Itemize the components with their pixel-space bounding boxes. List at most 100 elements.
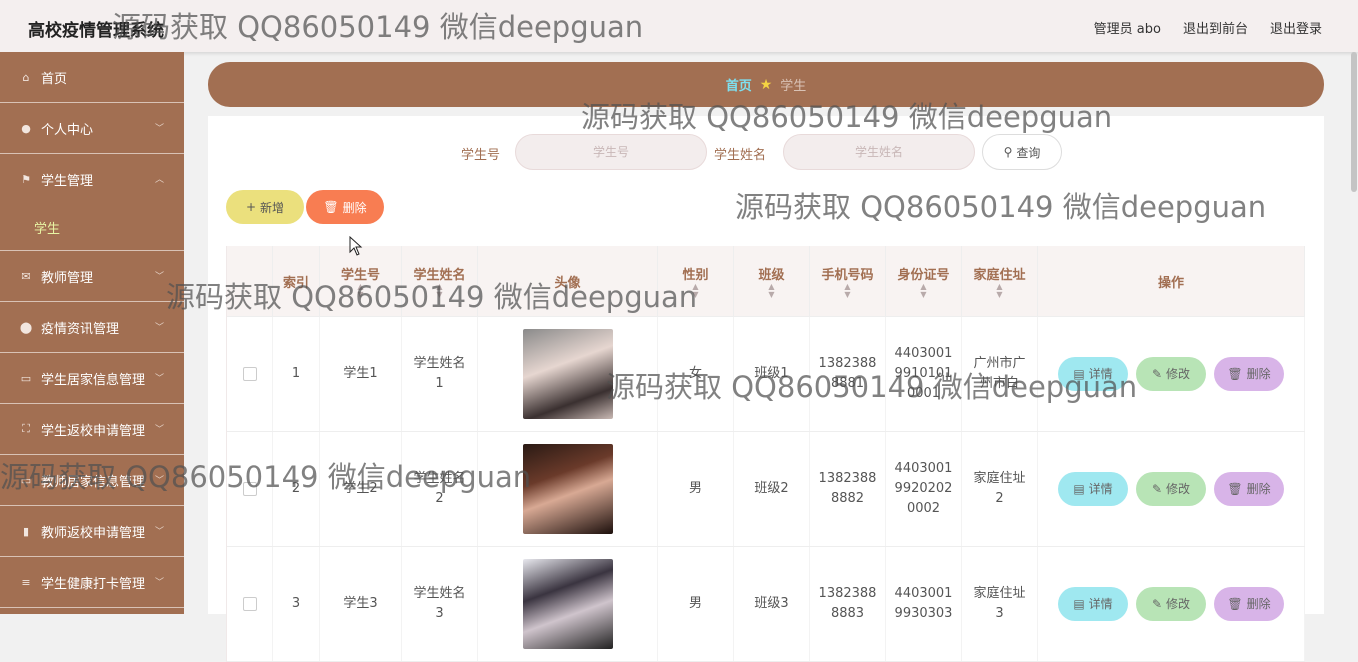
student-no-input[interactable]: 学生号 <box>515 134 707 170</box>
header-gender[interactable]: 性别 ▲ ▼ <box>658 246 734 316</box>
header-actions: 管理员 abo 退出到前台 退出登录 <box>1094 18 1322 37</box>
cell-student-no-text: 学生1 <box>343 366 378 381</box>
cell-address-text: 家庭住址 3 <box>973 586 1026 621</box>
cell-student-no: 学生3 <box>320 547 402 661</box>
chevron-down-icon: ﹀ <box>154 323 164 333</box>
header-student-name[interactable]: 学生姓名 ▲ ▼ <box>402 246 478 316</box>
sidebar-item-health-checkin[interactable]: ≡ 学生健康打卡管理 ﹀ <box>0 557 184 608</box>
cell-index-text: 1 <box>291 366 301 381</box>
header-class[interactable]: 班级 ▲ ▼ <box>734 246 810 316</box>
cell-index-text: 2 <box>291 481 301 496</box>
user-icon: ● <box>21 121 31 135</box>
cell-student-name: 学生姓名 3 <box>402 547 478 661</box>
cell-gender-text: 男 <box>688 596 702 611</box>
cell-index: 1 <box>273 317 320 431</box>
cell-student-no-text: 学生3 <box>343 596 378 611</box>
sidebar-item-teacher-return[interactable]: ▮ 教师返校申请管理 ﹀ <box>0 506 184 557</box>
document-icon: ▤ <box>1073 482 1085 496</box>
trash-icon: 🗑 <box>323 200 339 214</box>
cell-id-card-text: 4403001 9920202 0002 <box>894 461 953 516</box>
avatar <box>522 329 613 419</box>
sidebar-item-label: 疫情资讯管理 <box>41 321 120 337</box>
pencil-icon: ✎ <box>1151 367 1163 381</box>
cell-operations: ▤ 详情 ✎ 修改 🗑 删除 <box>1038 432 1305 546</box>
detail-label: 详情 <box>1088 367 1113 381</box>
cell-address-text: 家庭住址 2 <box>973 471 1026 506</box>
logout-link[interactable]: 退出登录 <box>1270 18 1322 37</box>
avatar <box>522 444 613 534</box>
detail-button[interactable]: ▤ 详情 <box>1058 357 1128 391</box>
edit-button[interactable]: ✎ 修改 <box>1136 357 1206 391</box>
delete-button[interactable]: 🗑 删除 <box>1214 587 1284 621</box>
cell-student-no: 学生2 <box>320 432 402 546</box>
chevron-down-icon: ﹀ <box>154 124 164 134</box>
delete-label: 删除 <box>1246 367 1271 381</box>
sidebar-item-teacher-home-info[interactable]: ▭ 教师居家信息管理 ﹀ <box>0 455 184 506</box>
detail-label: 详情 <box>1088 482 1113 496</box>
edit-button[interactable]: ✎ 修改 <box>1136 587 1206 621</box>
student-name-input[interactable]: 学生姓名 <box>783 134 975 170</box>
cell-id-card-text: 4403001 9910101 0001 <box>894 346 953 401</box>
cell-index-text: 3 <box>291 596 301 611</box>
cell-student-name-text: 学生姓名 3 <box>413 586 466 621</box>
cell-class-text: 班级2 <box>754 481 789 496</box>
header-label: 家庭住址 <box>973 267 1026 283</box>
detail-button[interactable]: ▤ 详情 <box>1058 587 1128 621</box>
star-icon: ★ <box>759 76 773 93</box>
select-all-header[interactable] <box>227 246 273 316</box>
sort-icon: ▲ ▼ <box>844 281 851 299</box>
row-checkbox-cell <box>227 432 273 546</box>
bulk-delete-button[interactable]: 🗑 删除 <box>306 190 384 224</box>
page-scrollbar[interactable] <box>1351 52 1357 192</box>
fullscreen-icon: ⛶ <box>22 422 30 435</box>
detail-label: 详情 <box>1088 597 1113 611</box>
header-address[interactable]: 家庭住址 ▲ ▼ <box>962 246 1038 316</box>
cell-gender-text: 女 <box>688 366 702 381</box>
edit-button[interactable]: ✎ 修改 <box>1136 472 1206 506</box>
chevron-down-icon: ﹀ <box>154 578 164 588</box>
flag-icon: ⚑ <box>21 172 31 186</box>
sidebar-item-teachers[interactable]: ✉ 教师管理 ﹀ <box>0 251 184 302</box>
student-name-label: 学生姓名 <box>714 148 767 163</box>
table-row: 1 学生1 学生姓名 1 女 班级1 1382388 8881 4403001 991010… <box>227 317 1305 432</box>
header-index[interactable]: 索引 <box>273 246 320 316</box>
sidebar-item-label: 教师管理 <box>41 270 94 286</box>
sidebar-item-home[interactable]: ⌂ 首页 <box>0 52 184 103</box>
query-button[interactable]: ⚲ 查询 <box>982 134 1062 170</box>
sort-icon: ▲ ▼ <box>692 281 699 299</box>
row-checkbox[interactable] <box>242 597 257 611</box>
header-avatar[interactable]: 头像 <box>478 246 658 316</box>
detail-button[interactable]: ▤ 详情 <box>1058 472 1128 506</box>
exit-to-front-link[interactable]: 退出到前台 <box>1183 18 1248 37</box>
cell-address: 广州市广 州市白 <box>962 317 1038 431</box>
sidebar-item-epidemic-news[interactable]: ⬤ 疫情资讯管理 ﹀ <box>0 302 184 353</box>
header-id-card[interactable]: 身份证号 ▲ ▼ <box>886 246 962 316</box>
chevron-up-icon: ︿ <box>154 175 164 185</box>
app-title: 高校疫情管理系统 <box>28 21 164 41</box>
cell-phone-text: 1382388 8882 <box>818 471 877 506</box>
delete-label: 删除 <box>1246 482 1271 496</box>
add-button[interactable]: + 新增 <box>226 190 304 224</box>
delete-button[interactable]: 🗑 删除 <box>1214 357 1284 391</box>
header-phone[interactable]: 手机号码 ▲ ▼ <box>810 246 886 316</box>
header-label: 手机号码 <box>821 267 874 283</box>
sidebar-item-student-home-info[interactable]: ▭ 学生居家信息管理 ﹀ <box>0 353 184 404</box>
trash-icon: 🗑 <box>1227 367 1243 381</box>
breadcrumb-home[interactable]: 首页 <box>726 75 752 94</box>
row-checkbox-cell <box>227 547 273 661</box>
delete-button[interactable]: 🗑 删除 <box>1214 472 1284 506</box>
sidebar-item-student-return[interactable]: ⛶ 学生返校申请管理 ﹀ <box>0 404 184 455</box>
cell-student-no: 学生1 <box>320 317 402 431</box>
row-checkbox[interactable] <box>242 482 257 496</box>
header-label: 头像 <box>554 275 581 291</box>
chevron-down-icon: ﹀ <box>154 476 164 486</box>
trash-icon: 🗑 <box>1227 597 1243 611</box>
sidebar-item-label: 学生管理 <box>41 173 94 189</box>
cell-phone: 1382388 8882 <box>810 432 886 546</box>
header-label: 学生姓名 <box>413 267 466 283</box>
cell-index: 2 <box>273 432 320 546</box>
sidebar-subitem-student[interactable]: 学生 <box>0 204 184 251</box>
header-student-no[interactable]: 学生号 ▲ ▼ <box>320 246 402 316</box>
row-checkbox[interactable] <box>242 367 257 381</box>
cell-class: 班级1 <box>734 317 810 431</box>
